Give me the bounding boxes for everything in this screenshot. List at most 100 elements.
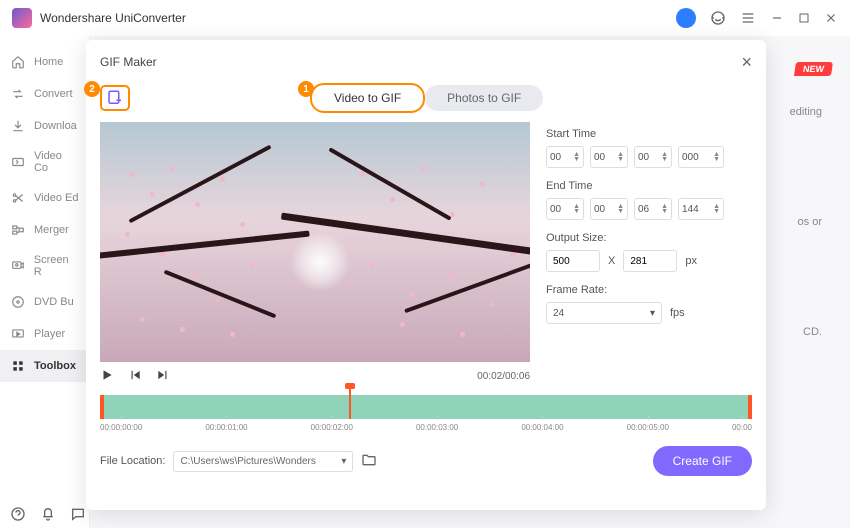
end-m-input[interactable]: 00▲▼	[590, 198, 628, 220]
sidebar-item-label: Video Co	[34, 150, 79, 174]
stepper-icon[interactable]: ▲▼	[573, 152, 580, 162]
bg-text: CD.	[803, 326, 822, 338]
start-m-input[interactable]: 00▲▼	[590, 146, 628, 168]
play-button[interactable]	[100, 368, 114, 385]
toolbox-icon	[10, 358, 26, 374]
rate-unit: fps	[670, 307, 685, 319]
player-icon	[10, 326, 26, 342]
start-h-input[interactable]: 00▲▼	[546, 146, 584, 168]
sidebar-item-videoed[interactable]: Video Ed	[0, 182, 89, 214]
end-ms-input[interactable]: 144▲▼	[678, 198, 724, 220]
scissors-icon	[10, 190, 26, 206]
home-icon	[10, 54, 26, 70]
convert-icon	[10, 86, 26, 102]
sidebar-item-home[interactable]: Home	[0, 46, 89, 78]
app-logo	[12, 8, 32, 28]
sidebar-item-screen[interactable]: Screen R	[0, 246, 89, 286]
start-time-label: Start Time	[546, 128, 752, 140]
sidebar-item-label: DVD Bu	[34, 296, 74, 308]
app-title: Wondershare UniConverter	[40, 11, 676, 25]
add-media-button[interactable]	[100, 85, 130, 111]
sidebar-item-videoco[interactable]: Video Co	[0, 142, 89, 182]
end-time-label: End Time	[546, 180, 752, 192]
open-folder-button[interactable]	[361, 452, 377, 471]
record-icon	[10, 258, 26, 274]
video-preview[interactable]	[100, 122, 530, 362]
settings-panel: Start Time 00▲▼ 00▲▼ 00▲▼ 000▲▼ End Time…	[546, 122, 752, 385]
titlebar: Wondershare UniConverter	[0, 0, 850, 36]
sidebar-item-label: Home	[34, 56, 63, 68]
stepper-icon[interactable]: ▲▼	[661, 204, 668, 214]
sidebar-item-merger[interactable]: Merger	[0, 214, 89, 246]
sidebar: Home Convert Downloa Video Co Video Ed M…	[0, 36, 90, 528]
stepper-icon[interactable]: ▲▼	[713, 204, 720, 214]
timeline-ticks: 00:00:00:00 00:00:01:00 00:00:02:00 00:0…	[100, 423, 752, 432]
support-icon[interactable]	[710, 10, 726, 26]
create-gif-button[interactable]: Create GIF	[653, 446, 752, 476]
start-s-input[interactable]: 00▲▼	[634, 146, 672, 168]
callout-2: 2	[84, 81, 100, 97]
sidebar-item-toolbox[interactable]: Toolbox	[0, 350, 89, 382]
sidebar-item-download[interactable]: Downloa	[0, 110, 89, 142]
merge-icon	[10, 222, 26, 238]
file-location-label: File Location:	[100, 455, 165, 467]
prev-button[interactable]	[128, 368, 142, 385]
menu-icon[interactable]	[740, 10, 756, 26]
new-badge: NEW	[794, 62, 833, 76]
chevron-down-icon: ▾	[341, 456, 346, 467]
maximize-icon[interactable]	[798, 12, 810, 24]
play-controls: 00:02/00:06	[100, 368, 530, 385]
stepper-icon[interactable]: ▲▼	[661, 152, 668, 162]
sidebar-item-player[interactable]: Player	[0, 318, 89, 350]
start-ms-input[interactable]: 000▲▼	[678, 146, 724, 168]
end-s-input[interactable]: 06▲▼	[634, 198, 672, 220]
play-time: 00:02/00:06	[477, 371, 530, 382]
stepper-icon[interactable]: ▲▼	[713, 152, 720, 162]
footer-icons	[10, 506, 86, 522]
gif-maker-modal: GIF Maker × 2 1 Video to GIF Photos to G…	[86, 40, 766, 510]
timeline[interactable]	[100, 395, 752, 419]
stepper-icon[interactable]: ▲▼	[617, 152, 624, 162]
stepper-icon[interactable]: ▲▼	[573, 204, 580, 214]
sidebar-item-label: Merger	[34, 224, 69, 236]
sidebar-item-dvd[interactable]: DVD Bu	[0, 286, 89, 318]
size-unit: px	[685, 255, 697, 267]
width-input[interactable]	[546, 250, 600, 272]
download-icon	[10, 118, 26, 134]
compress-icon	[10, 154, 26, 170]
file-location-select[interactable]: C:\Users\ws\Pictures\Wonders▾	[173, 451, 353, 472]
tab-photos-to-gif[interactable]: Photos to GIF	[425, 85, 543, 111]
sidebar-item-convert[interactable]: Convert	[0, 78, 89, 110]
sidebar-item-label: Screen R	[34, 254, 79, 278]
next-button[interactable]	[156, 368, 170, 385]
frame-rate-label: Frame Rate:	[546, 284, 752, 296]
sidebar-item-label: Convert	[34, 88, 73, 100]
height-input[interactable]	[623, 250, 677, 272]
user-avatar[interactable]	[676, 8, 696, 28]
dvd-icon	[10, 294, 26, 310]
tab-label: Video to GIF	[334, 91, 401, 105]
sidebar-item-label: Player	[34, 328, 65, 340]
sidebar-item-label: Video Ed	[34, 192, 78, 204]
feedback-icon[interactable]	[70, 506, 86, 522]
close-icon[interactable]: ×	[741, 52, 752, 73]
modal-title: GIF Maker	[100, 55, 157, 69]
frame-rate-select[interactable]: 24▾	[546, 302, 662, 324]
bg-text: os or	[798, 216, 822, 228]
help-icon[interactable]	[10, 506, 26, 522]
minimize-icon[interactable]	[770, 11, 784, 25]
size-x: X	[608, 255, 615, 267]
output-size-label: Output Size:	[546, 232, 752, 244]
tab-label: Photos to GIF	[447, 91, 521, 105]
sidebar-item-label: Downloa	[34, 120, 77, 132]
sidebar-item-label: Toolbox	[34, 360, 76, 372]
close-window-icon[interactable]	[824, 11, 838, 25]
tab-video-to-gif[interactable]: 1 Video to GIF	[310, 83, 425, 113]
chevron-down-icon: ▾	[650, 308, 655, 319]
callout-1: 1	[298, 81, 314, 97]
bg-text: editing	[790, 106, 822, 118]
timeline-cursor[interactable]	[349, 387, 351, 419]
bell-icon[interactable]	[40, 506, 56, 522]
stepper-icon[interactable]: ▲▼	[617, 204, 624, 214]
end-h-input[interactable]: 00▲▼	[546, 198, 584, 220]
